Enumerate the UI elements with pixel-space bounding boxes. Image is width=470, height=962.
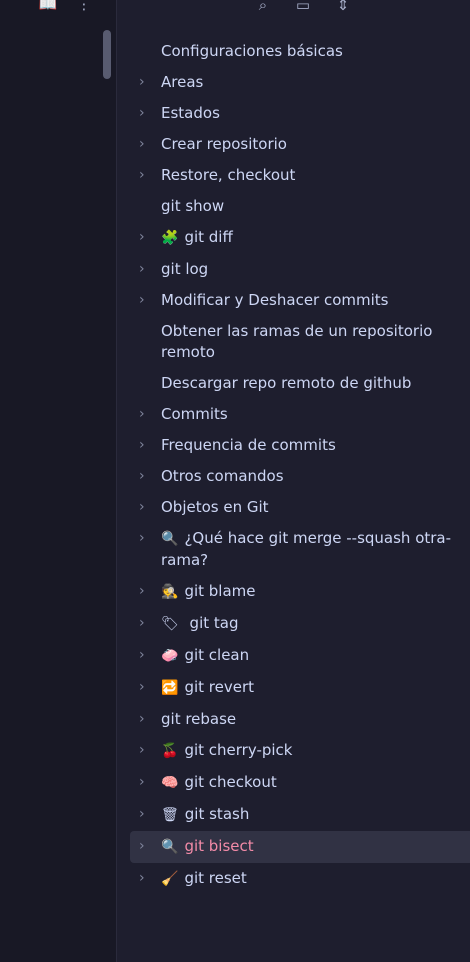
tree-item-label: git clean <box>184 646 250 664</box>
chevron-right-icon[interactable]: › <box>139 528 151 549</box>
puzzle-icon: 🧩 <box>161 230 179 246</box>
tree-item[interactable]: Obtener las ramas de un repositorio remo… <box>130 316 470 368</box>
tree-item-label: Crear repositorio <box>161 135 287 153</box>
tree-item-label: Modificar y Deshacer commits <box>161 291 389 309</box>
repeat-icon: 🔁 <box>161 680 179 696</box>
tree-item[interactable]: › 🍒 git cherry-pick <box>130 735 470 767</box>
tag-icon: 🏷 <box>161 616 179 632</box>
chevron-right-icon[interactable]: › <box>139 740 151 761</box>
tree-item-active[interactable]: › 🔍 git bisect <box>130 831 470 863</box>
tree-item[interactable]: › Commits <box>130 399 470 430</box>
more-options-icon[interactable]: ⋮ <box>74 0 94 14</box>
tree-item-label: ¿Qué hace git merge --squash otra-rama? <box>161 529 452 569</box>
search-icon[interactable]: ⌕ <box>252 0 274 16</box>
chevron-right-icon[interactable] <box>139 196 151 217</box>
chevron-right-icon[interactable]: › <box>139 259 151 280</box>
tree-item[interactable]: › git log <box>130 254 470 285</box>
collapse-all-icon[interactable]: ⇕ <box>332 0 354 16</box>
tree-item-label: Configuraciones básicas <box>161 42 343 60</box>
tree-item[interactable]: › Frequencia de commits <box>130 430 470 461</box>
chevron-right-icon[interactable]: › <box>139 804 151 825</box>
tree-item-label: Estados <box>161 104 220 122</box>
tree-item[interactable]: › Areas <box>130 67 470 98</box>
tree-item[interactable]: › git rebase <box>130 704 470 735</box>
layout-icon[interactable]: ▭ <box>292 0 314 16</box>
tree-item-label: Objetos en Git <box>161 498 269 516</box>
tree-item[interactable]: › Restore, checkout <box>130 160 470 191</box>
tree-item-label: git reset <box>184 869 247 887</box>
tree-item-label: git checkout <box>184 773 277 791</box>
tree-item-label: git diff <box>184 228 233 246</box>
tree-item[interactable]: › 🧠 git checkout <box>130 767 470 799</box>
tree-item-label: git blame <box>184 582 256 600</box>
tree-item[interactable]: git show <box>130 191 470 222</box>
chevron-right-icon[interactable] <box>139 41 151 62</box>
tree-item[interactable]: › 🏷 git tag <box>130 608 470 640</box>
tree-item-label: git log <box>161 260 209 278</box>
tree-item[interactable]: › 🗑 git stash <box>130 799 470 831</box>
tree-item-label: git revert <box>184 678 254 696</box>
tree-item[interactable]: › 🧩 git diff <box>130 222 470 254</box>
tree-item-label: Otros comandos <box>161 467 284 485</box>
tree-item-label: git show <box>161 197 225 215</box>
tree-item-label: Frequencia de commits <box>161 436 336 454</box>
tree-item[interactable]: › 🧼 git clean <box>130 640 470 672</box>
tree-item-label: Descargar repo remoto de github <box>161 374 412 392</box>
chevron-right-icon[interactable]: › <box>139 772 151 793</box>
chevron-right-icon[interactable]: › <box>139 290 151 311</box>
tree-item[interactable]: › 🕵 git blame <box>130 576 470 608</box>
wastebasket-icon: 🗑 <box>161 807 179 823</box>
tree-item[interactable]: › Objetos en Git <box>130 492 470 523</box>
tree-item[interactable]: › Modificar y Deshacer commits <box>130 285 470 316</box>
chevron-right-icon[interactable]: › <box>139 134 151 155</box>
tree-item[interactable]: › Crear repositorio <box>130 129 470 160</box>
chevron-right-icon[interactable]: › <box>139 581 151 602</box>
tree-item-label: Areas <box>161 73 204 91</box>
cherries-icon: 🍒 <box>161 743 179 759</box>
chevron-right-icon[interactable]: › <box>139 497 151 518</box>
tree-item[interactable]: Descargar repo remoto de github <box>130 368 470 399</box>
broom-icon: 🧹 <box>161 871 179 887</box>
tree-item-label: Restore, checkout <box>161 166 296 184</box>
magnifier-icon: 🔍 <box>161 839 179 855</box>
chevron-right-icon[interactable]: › <box>139 645 151 666</box>
chevron-right-icon[interactable]: › <box>139 103 151 124</box>
tree-item[interactable]: › Estados <box>130 98 470 129</box>
magnifier-icon: 🔍 <box>161 531 179 547</box>
tree-item-label: Obtener las ramas de un repositorio remo… <box>161 322 433 361</box>
tree-item-label: Commits <box>161 405 228 423</box>
chevron-right-icon[interactable] <box>139 321 151 342</box>
chevron-right-icon[interactable]: › <box>139 836 151 857</box>
tree-item[interactable]: › 🔍 ¿Qué hace git merge --squash otra-rama… <box>130 523 470 576</box>
left-ribbon: 📖 ⋮ <box>0 0 117 962</box>
tree-item-label: git cherry-pick <box>184 741 293 759</box>
soap-icon: 🧼 <box>161 648 179 664</box>
tree-item-label: git stash <box>184 805 250 823</box>
chevron-right-icon[interactable]: › <box>139 227 151 248</box>
tree-item-label: git tag <box>184 614 239 632</box>
chevron-right-icon[interactable]: › <box>139 165 151 186</box>
chevron-right-icon[interactable]: › <box>139 709 151 730</box>
file-explorer-toolbar: ⌕ ▭ ⇕ <box>116 0 470 22</box>
tree-item[interactable]: › Otros comandos <box>130 461 470 492</box>
chevron-right-icon[interactable]: › <box>139 435 151 456</box>
tree-item-label: git bisect <box>184 837 254 855</box>
chevron-right-icon[interactable]: › <box>139 72 151 93</box>
chevron-right-icon[interactable]: › <box>139 868 151 889</box>
detective-icon: 🕵 <box>161 584 179 600</box>
chevron-right-icon[interactable]: › <box>139 677 151 698</box>
file-tree: Configuraciones básicas › Areas › Estados … <box>130 36 470 895</box>
chevron-right-icon[interactable] <box>139 373 151 394</box>
scrollbar-thumb[interactable] <box>103 30 111 79</box>
tree-item[interactable]: › 🔁 git revert <box>130 672 470 704</box>
book-icon[interactable]: 📖 <box>38 0 58 14</box>
chevron-right-icon[interactable]: › <box>139 404 151 425</box>
tree-item[interactable]: › 🧹 git reset <box>130 863 470 895</box>
tree-item[interactable]: Configuraciones básicas <box>130 36 470 67</box>
chevron-right-icon[interactable]: › <box>139 613 151 634</box>
brain-icon: 🧠 <box>161 775 179 791</box>
tree-item-label: git rebase <box>161 710 237 728</box>
chevron-right-icon[interactable]: › <box>139 466 151 487</box>
